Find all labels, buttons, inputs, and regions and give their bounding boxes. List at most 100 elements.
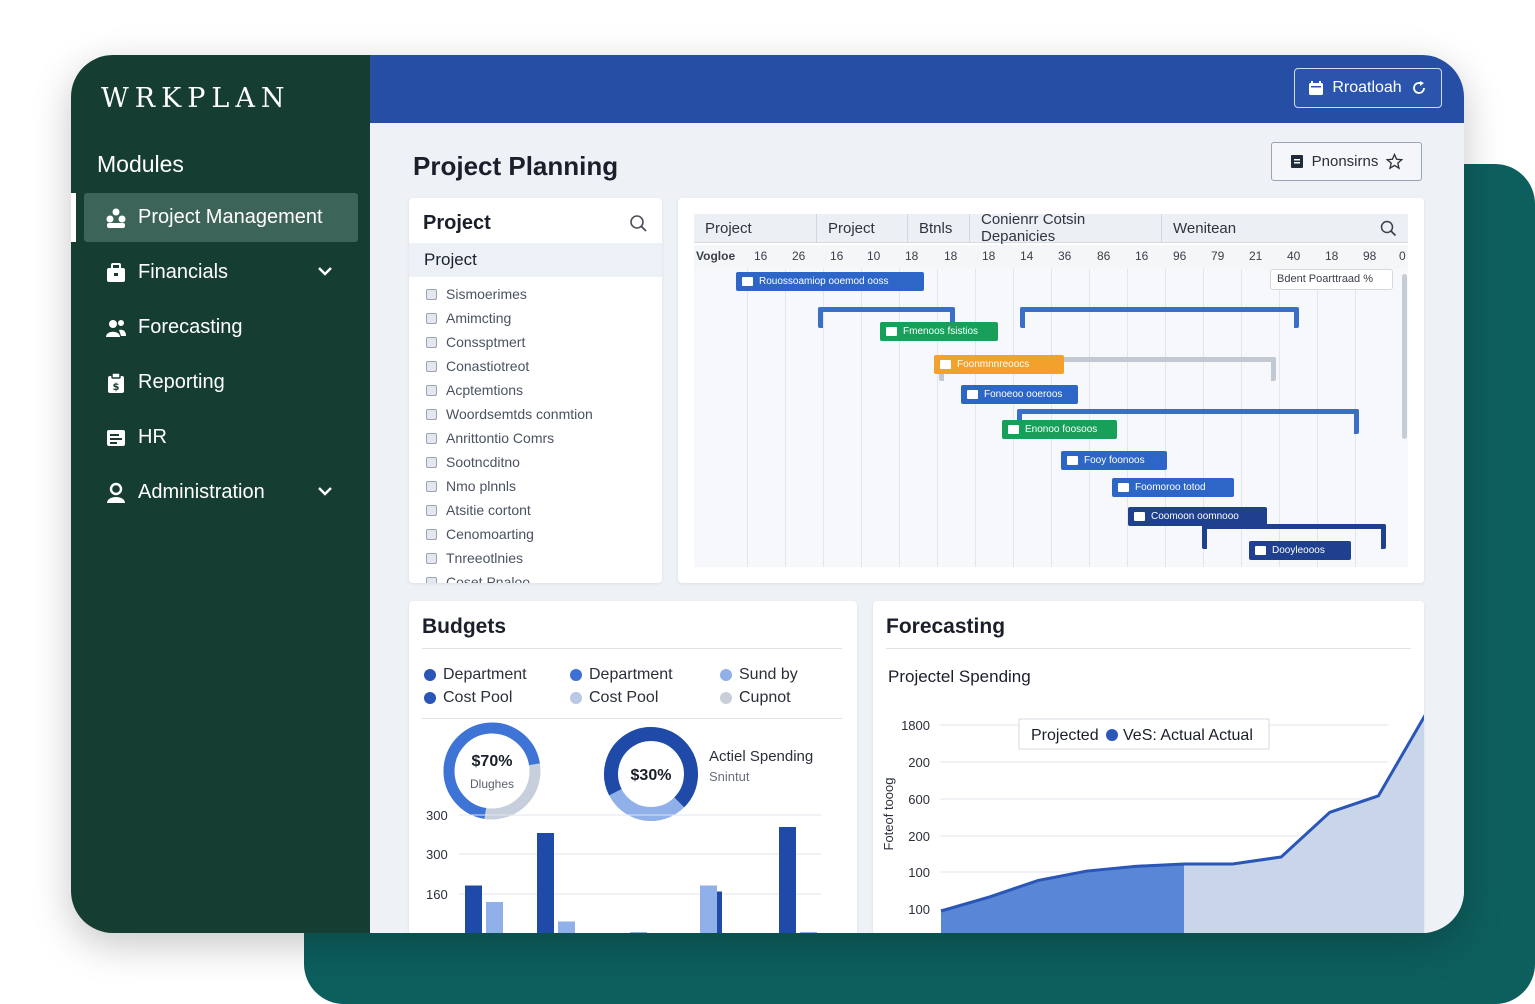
folder-icon <box>1134 512 1145 521</box>
legend-item: Sund by <box>720 666 798 684</box>
sidebar-item-label: Administration <box>138 481 265 503</box>
users-icon <box>105 317 127 339</box>
checkbox[interactable] <box>426 504 437 516</box>
legend-item: Department <box>424 666 527 684</box>
list-item[interactable]: Cenomoarting <box>426 522 593 546</box>
preferences-button[interactable]: Pnonsirns <box>1271 142 1422 181</box>
checkbox[interactable] <box>426 456 437 468</box>
list-item-label: Conssptmert <box>446 334 526 350</box>
gantt-timescale: Vogloe 16 26 16 10 18 18 18 14 36 86 16 … <box>694 245 1408 269</box>
refresh-button[interactable]: Rroatloah <box>1294 68 1442 108</box>
checkbox[interactable] <box>426 360 437 372</box>
timescale-tick: 21 <box>1249 249 1263 263</box>
list-item[interactable]: Nmo plnnls <box>426 474 593 498</box>
timescale-tick: 40 <box>1287 249 1301 263</box>
gantt-task-bar[interactable]: Fonoeoo ooeroos <box>961 385 1078 404</box>
bar-series <box>465 827 817 933</box>
gantt-task-bar[interactable]: Dooyleooos <box>1249 541 1351 560</box>
chevron-down-icon[interactable] <box>316 482 334 500</box>
list-item[interactable]: Coset Pnaloo <box>426 570 593 583</box>
y-tick-label: 100 <box>908 865 930 880</box>
list-item-label: Acptemtions <box>446 382 524 398</box>
sidebar-item-hr[interactable]: HR <box>71 413 370 462</box>
bar <box>558 921 575 933</box>
timescale-tick: 96 <box>1173 249 1187 263</box>
checkbox[interactable] <box>426 432 437 444</box>
top-bar: Rroatloah <box>370 55 1464 123</box>
legend-swatch <box>1106 729 1118 741</box>
gantt-task-bar[interactable]: Coomoon oomnooo <box>1128 507 1267 526</box>
gantt-task-bar[interactable]: Fmenoos fsistios <box>880 322 998 341</box>
list-item-label: Amimcting <box>446 310 512 326</box>
document-icon <box>1290 155 1303 168</box>
gantt-column-header[interactable]: Conienrr Cotsin Depanicies <box>970 211 1162 245</box>
gantt-task-bar[interactable]: Enonoo foosoos <box>1002 420 1117 439</box>
sidebar-item-reporting[interactable]: $ Reporting <box>71 358 370 407</box>
gantt-column-header[interactable]: Wenitean <box>1162 214 1362 243</box>
timescale-tick: 86 <box>1097 249 1111 263</box>
sidebar-item-label: Forecasting <box>138 316 243 338</box>
donut-value: $70% <box>472 753 513 770</box>
timescale-tick: 16 <box>1135 249 1149 263</box>
gantt-tooltip: Bdent Poarttraad % <box>1270 269 1393 290</box>
sidebar-item-forecasting[interactable]: Forecasting <box>71 303 370 352</box>
y-tick-label: 600 <box>908 792 930 807</box>
checkbox[interactable] <box>426 288 437 300</box>
legend-swatch <box>720 692 732 704</box>
list-item-label: Atsitie cortont <box>446 502 531 518</box>
page-title: Project Planning <box>413 151 619 181</box>
chevron-down-icon[interactable] <box>316 262 334 280</box>
list-item[interactable]: Anrittontio Comrs <box>426 426 593 450</box>
gantt-column-header[interactable]: Btnls <box>908 213 970 243</box>
gantt-scrollbar[interactable] <box>1402 274 1407 439</box>
gantt-task-bar[interactable]: Foomoroo totod <box>1112 478 1234 497</box>
list-item[interactable]: Atsitie cortont <box>426 498 593 522</box>
sidebar-item-project-management[interactable]: Project Management <box>71 193 358 242</box>
sidebar-item-label: Financials <box>138 261 229 283</box>
sidebar-item-financials[interactable]: Financials <box>71 248 370 297</box>
checkbox[interactable] <box>426 384 437 396</box>
calendar-icon <box>1309 81 1324 95</box>
sidebar-item-administration[interactable]: Administration <box>71 468 370 517</box>
project-selected-item[interactable]: Project <box>409 243 662 277</box>
gantt-column-header[interactable]: Project <box>817 213 908 243</box>
timescale-tick: 79 <box>1211 249 1225 263</box>
search-icon[interactable] <box>1380 220 1397 237</box>
list-item[interactable]: Acptemtions <box>426 378 593 402</box>
sidebar-item-label: Reporting <box>138 371 225 393</box>
gantt-header: Project Project Btnls Conienrr Cotsin De… <box>694 211 1408 245</box>
timescale-tick: 14 <box>1020 249 1034 263</box>
project-panel: Project Project Sismoerimes Amimcting Co… <box>409 198 662 583</box>
bar <box>779 827 796 933</box>
checkbox[interactable] <box>426 336 437 348</box>
list-item[interactable]: Amimcting <box>426 306 593 330</box>
list-item[interactable]: Sootncditno <box>426 450 593 474</box>
list-item[interactable]: Woordsemtds conmtion <box>426 402 593 426</box>
gantt-column-header[interactable]: Project <box>694 213 817 243</box>
bar <box>800 932 817 933</box>
y-axis-label: Foteof tooog <box>881 778 896 851</box>
list-item[interactable]: Conastiotreot <box>426 354 593 378</box>
gantt-task-bar[interactable]: Fooy foonoos <box>1061 451 1167 470</box>
checkbox[interactable] <box>426 528 437 540</box>
list-item[interactable]: Conssptmert <box>426 330 593 354</box>
checkbox[interactable] <box>426 576 437 583</box>
gantt-task-label: Fmenoos fsistios <box>903 326 979 337</box>
folder-icon <box>1008 425 1019 434</box>
list-item[interactable]: Tnreeotlnies <box>426 546 593 570</box>
donut-side-sub: Snintut <box>709 769 750 784</box>
gantt-task-bar[interactable]: Rouossoamiop ooemod ooss <box>736 272 924 291</box>
legend-item: Department <box>570 666 673 684</box>
list-item[interactable]: Sismoerimes <box>426 282 593 306</box>
gantt-task-bar[interactable]: Foonmnnreoocs <box>934 355 1064 374</box>
checkbox[interactable] <box>426 480 437 492</box>
checkbox[interactable] <box>426 552 437 564</box>
folder-icon <box>1255 546 1266 555</box>
checkbox[interactable] <box>426 312 437 324</box>
project-list: Sismoerimes Amimcting Conssptmert Conast… <box>426 282 593 583</box>
legend-item: Cost Pool <box>424 689 512 707</box>
checkbox[interactable] <box>426 408 437 420</box>
y-tick-label: 200 <box>908 755 930 770</box>
folder-icon <box>742 277 753 286</box>
search-icon[interactable] <box>629 214 648 233</box>
